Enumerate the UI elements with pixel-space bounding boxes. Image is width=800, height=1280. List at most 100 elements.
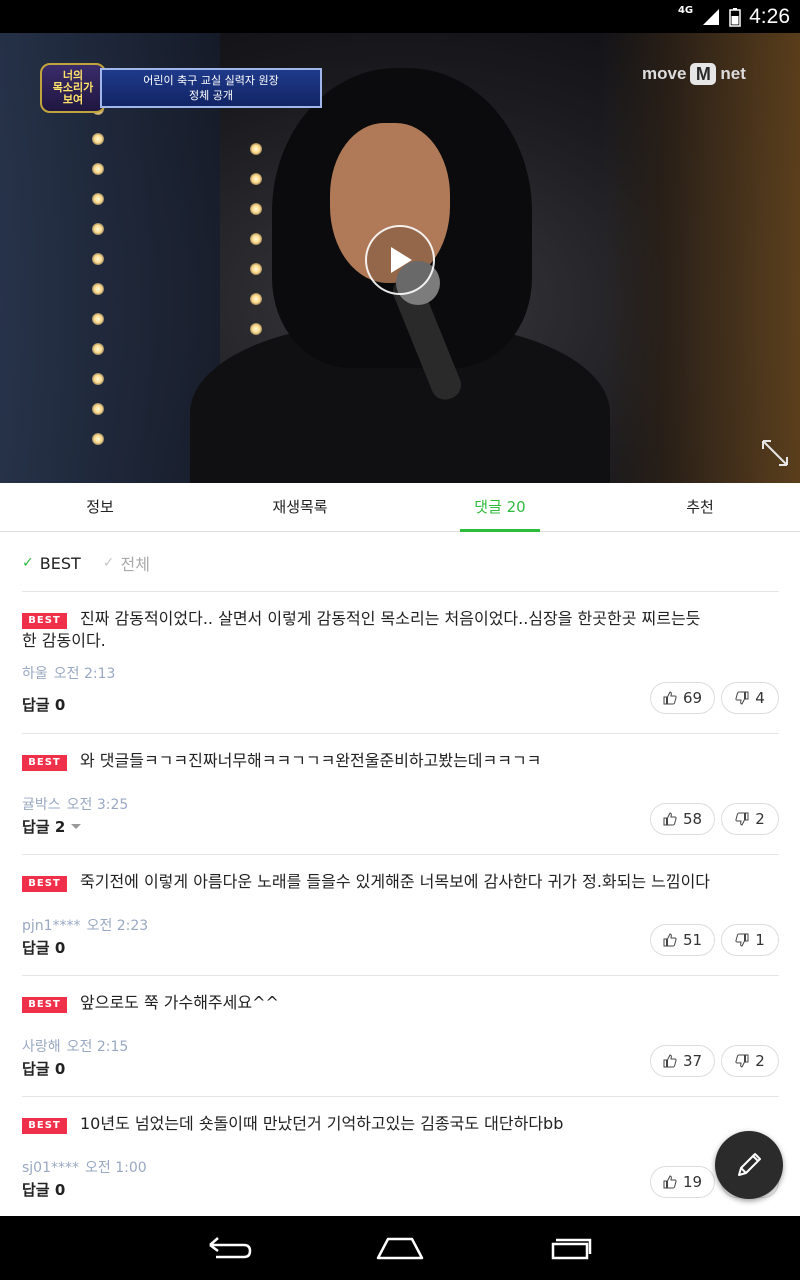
vote-buttons: 69 4: [650, 682, 779, 714]
reply-count-label: 답글 0: [22, 696, 66, 714]
reply-count[interactable]: 답글 0: [22, 1058, 65, 1079]
comment-author[interactable]: sj01****: [22, 1160, 79, 1176]
comment-filters: ✓ BEST ✓ 전체: [22, 549, 150, 577]
vote-buttons: 58 2: [650, 803, 779, 835]
tab-bar: 정보 재생목록 댓글 20 추천: [0, 483, 800, 532]
like-button[interactable]: 58: [650, 803, 715, 835]
like-button[interactable]: 51: [650, 924, 715, 956]
comment-item: BEST 죽기전에 이렇게 아름다운 노래를 들을수 있게해준 너목보에 감사한…: [22, 854, 779, 975]
video-player[interactable]: 너의 목소리가 보여 어린이 축구 교실 실력자 원장 정체 공개 move M…: [0, 33, 800, 483]
chevron-down-icon: [71, 824, 82, 829]
status-bar: 4G 4:26: [0, 0, 800, 33]
comment-item: BEST 와 댓글들ㅋㄱㅋ진짜너무해ㅋㅋㄱㄱㅋ완전울준비하고봤는데ㅋㅋㄱㅋ 귤박…: [22, 733, 779, 854]
like-count: 37: [682, 1052, 703, 1070]
caption-line-1: 어린이 축구 교실 실력자 원장: [143, 74, 279, 87]
reply-count-label: 답글 0: [22, 939, 66, 957]
home-icon: [376, 1237, 424, 1260]
best-badge: BEST: [22, 755, 67, 771]
play-button[interactable]: [365, 225, 435, 295]
back-button[interactable]: [205, 1233, 255, 1263]
comment-text: 와 댓글들ㅋㄱㅋ진짜너무해ㅋㅋㄱㄱㅋ완전울준비하고봤는데ㅋㅋㄱㅋ: [80, 751, 542, 770]
filter-all[interactable]: ✓ 전체: [103, 551, 150, 575]
filter-all-label: 전체: [120, 555, 150, 574]
channel-m: M: [690, 63, 717, 85]
comment-text: 죽기전에 이렇게 아름다운 노래를 들을수 있게해준 너목보에 감사한다 귀가 …: [80, 872, 711, 891]
tab-info[interactable]: 정보: [0, 483, 200, 531]
thumbs-up-icon: [663, 1054, 677, 1068]
home-button[interactable]: [375, 1233, 425, 1263]
play-icon: [391, 247, 412, 273]
reply-count[interactable]: 답글 0: [22, 937, 65, 958]
comment-time: 오전 2:15: [66, 1039, 129, 1055]
network-type: 4G: [677, 5, 694, 16]
dislike-count: 1: [755, 931, 765, 949]
comment-meta: pjn1**** 오전 2:23: [22, 915, 148, 935]
comment-list: BEST 진짜 감동적이었다.. 살면서 이렇게 감동적인 목소리는 처음이었다…: [22, 591, 779, 1217]
dislike-count: 2: [755, 1052, 765, 1070]
comment-time: 오전 1:00: [85, 1160, 147, 1176]
dislike-button[interactable]: 2: [721, 1045, 779, 1077]
like-count: 58: [682, 810, 703, 828]
show-logo-text: 너의 목소리가 보여: [52, 68, 94, 107]
comment-author[interactable]: 사랑해: [22, 1039, 61, 1055]
write-comment-button[interactable]: [715, 1131, 783, 1199]
dislike-button[interactable]: 2: [721, 803, 779, 835]
dislike-button[interactable]: 1: [721, 924, 779, 956]
like-button[interactable]: 19: [650, 1166, 715, 1198]
filter-best-label: BEST: [39, 553, 81, 573]
recents-button[interactable]: [545, 1233, 595, 1263]
best-badge: BEST: [22, 876, 67, 892]
comment-time: 오전 3:25: [66, 797, 129, 813]
reply-count-label: 답글 2: [22, 818, 66, 836]
like-button[interactable]: 69: [650, 682, 715, 714]
comment-meta: sj01**** 오전 1:00: [22, 1157, 147, 1177]
vote-buttons: 37 2: [650, 1045, 779, 1077]
stage-background-right: [600, 33, 800, 483]
comment-meta: 사랑해 오전 2:15: [22, 1036, 128, 1056]
comment-author[interactable]: pjn1****: [22, 918, 81, 934]
thumbs-down-icon: [735, 1054, 749, 1068]
comment-text: 10년도 넘었는데 숏돌이때 만났던거 기억하고있는 김종국도 대단하다bb: [80, 1114, 564, 1133]
show-logo: 너의 목소리가 보여: [40, 63, 106, 113]
filter-best[interactable]: ✓ BEST: [22, 554, 81, 573]
comment-time: 오전 2:13: [53, 666, 116, 682]
reply-count[interactable]: 답글 0: [22, 1179, 65, 1200]
navigation-bar: [0, 1216, 800, 1280]
comment-author[interactable]: 하울: [22, 666, 48, 682]
comment-item: BEST 앞으로도 쭉 가수해주세요^^ 사랑해 오전 2:15 답글 0 37 …: [22, 975, 779, 1096]
dislike-count: 4: [755, 689, 765, 707]
comment-meta: 하울 오전 2:13: [22, 663, 115, 683]
like-count: 69: [682, 689, 703, 707]
thumbs-down-icon: [735, 812, 749, 826]
thumbs-down-icon: [735, 933, 749, 947]
show-caption: 어린이 축구 교실 실력자 원장 정체 공개: [100, 68, 322, 108]
reply-count-label: 답글 0: [22, 1181, 66, 1199]
reply-count[interactable]: 답글 2: [22, 816, 82, 837]
channel-logo: move M net: [642, 63, 746, 85]
caption-line-2: 정체 공개: [189, 89, 233, 102]
comment-meta: 귤박스 오전 3:25: [22, 794, 128, 814]
check-icon: ✓: [22, 555, 34, 571]
tab-playlist[interactable]: 재생목록: [200, 483, 400, 531]
recents-icon: [551, 1238, 592, 1260]
like-button[interactable]: 37: [650, 1045, 715, 1077]
thumbs-down-icon: [735, 691, 749, 705]
tab-comments[interactable]: 댓글 20: [400, 483, 600, 532]
stage-lights: [92, 103, 106, 463]
dislike-button[interactable]: 4: [721, 682, 779, 714]
signal-icon: [703, 8, 720, 25]
show-badge: 너의 목소리가 보여 어린이 축구 교실 실력자 원장 정체 공개: [40, 63, 322, 113]
thumbs-up-icon: [663, 812, 677, 826]
expand-icon[interactable]: [760, 438, 790, 468]
thumbs-up-icon: [663, 1175, 677, 1189]
reply-count[interactable]: 답글 0: [22, 694, 65, 715]
comment-author[interactable]: 귤박스: [22, 797, 61, 813]
battery-icon: [729, 7, 741, 27]
reply-count-label: 답글 0: [22, 1060, 66, 1078]
back-icon: [209, 1237, 252, 1259]
dislike-count: 2: [755, 810, 765, 828]
best-badge: BEST: [22, 997, 67, 1013]
comment-item: BEST 진짜 감동적이었다.. 살면서 이렇게 감동적인 목소리는 처음이었다…: [22, 591, 779, 733]
tab-recommended[interactable]: 추천: [600, 483, 800, 531]
thumbs-up-icon: [663, 933, 677, 947]
